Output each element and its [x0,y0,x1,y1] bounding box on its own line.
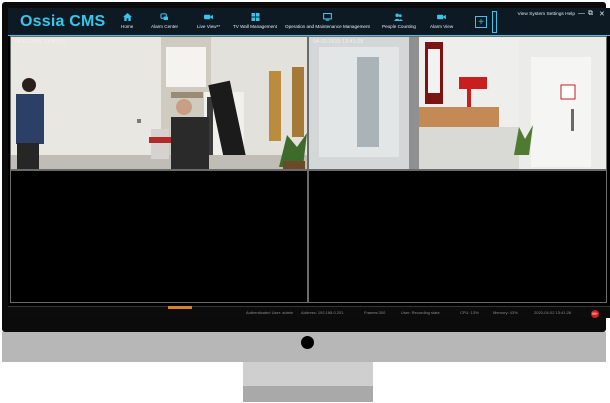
nav-home[interactable]: Home [121,10,133,34]
status-bar: Authenticated User: admin Address: 192.1… [8,306,610,318]
video-tile-1[interactable]: 04-02-2020 13:41:28 [10,36,308,170]
video-tile-4[interactable] [308,170,607,303]
nav-tv-wall-label: TV Wall Management [233,24,277,29]
top-bar: Ossia CMS Home Alarm Center Live View** [8,8,610,36]
nav-people-counting-label: People Counting [382,24,416,29]
status-memory: Memory: 43% [493,310,518,315]
alarm-center-icon [160,13,169,21]
monitor-icon [322,13,332,21]
camera-icon [204,14,214,20]
nav-home-label: Home [121,24,134,29]
video-timestamp: 04-02-2020 13:41:28 [313,39,364,45]
status-user: Authenticated User: admin [246,310,294,315]
monitor-foot [243,386,373,402]
nav-alarm-center[interactable]: Alarm Center [151,10,178,34]
video-tile-3[interactable] [10,170,308,303]
nav-operation-maintenance[interactable]: Operation and Maintenance Management [285,10,370,34]
camera-icon [437,14,447,20]
app-logo: Ossia CMS [20,13,106,30]
maximize-button[interactable]: ⧉ [588,10,593,18]
minimize-button[interactable]: — [578,10,585,17]
side-panel-toggle[interactable] [492,11,497,33]
system-menu[interactable]: View System Settings Help [518,12,576,17]
nav-alarm-view[interactable]: Alarm View [430,10,453,34]
video-timestamp: 04-02-2020 13:41:28 [15,39,66,45]
status-recording: User: Recording state [401,310,440,315]
people-icon [394,13,404,21]
nav-tv-wall[interactable]: TV Wall Management [233,10,277,34]
status-cpu: CPU: 13% [460,310,479,315]
video-tile-2[interactable]: 04-02-2020 13:41:28 [308,36,607,170]
nav-live-view[interactable]: Live View** [197,10,220,34]
nav-alarm-center-label: Alarm Center [151,24,179,29]
status-datetime: 2020-04-02 13:41:28 [534,310,572,315]
screen: Ossia CMS Home Alarm Center Live View** [8,8,610,318]
close-button[interactable]: ✕ [599,10,605,18]
power-button [301,336,314,349]
nav-operation-maintenance-label: Operation and Maintenance Management [285,24,370,29]
camera-feed-1 [11,37,307,169]
alarm-badge[interactable]: 99+ [591,310,599,318]
nav-people-counting[interactable]: People Counting [382,10,416,34]
status-indicator-bar [168,306,192,309]
nav-live-view-label: Live View** [197,24,221,29]
nav-alarm-view-label: Alarm View [430,24,454,29]
add-tab-button[interactable]: + [475,16,487,28]
grid-icon [251,13,259,21]
status-frames: Frames:300 [364,310,386,315]
monitor-neck [243,362,373,386]
home-icon [122,13,132,21]
camera-feed-2 [309,37,606,169]
status-address: Address: 192.168.0.201 [301,310,344,315]
